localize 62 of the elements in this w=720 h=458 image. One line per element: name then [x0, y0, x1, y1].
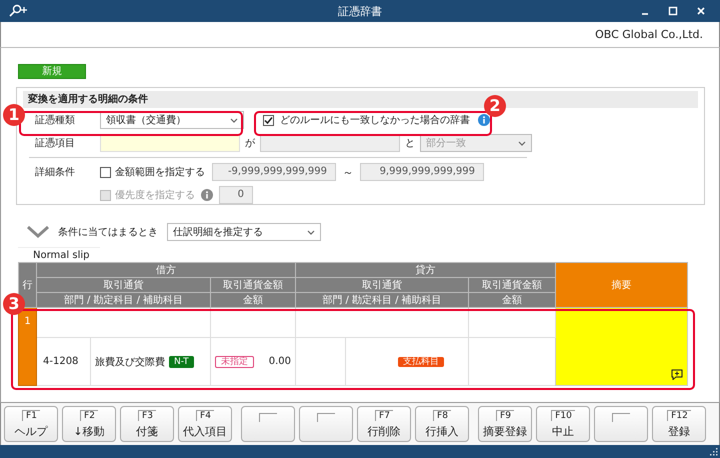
function-key-button[interactable]: F4 代入項目 [178, 406, 232, 442]
close-icon[interactable] [696, 6, 706, 16]
chevron-down-icon[interactable] [27, 226, 49, 238]
caret-icon [518, 140, 526, 146]
company-name: OBC Global Co.,Ltd. [595, 28, 703, 41]
caret-icon [307, 230, 315, 234]
column-header: 貸方 [296, 262, 556, 278]
field-label: 証憑種類 [34, 114, 76, 127]
amount-value: 0.00 [268, 356, 291, 366]
priority-field: 0 [219, 186, 253, 204]
column-header: 行 [18, 262, 36, 308]
account-name: 旅費及び交際費 [95, 356, 165, 368]
connector-label: が [244, 137, 256, 150]
connector-label: と [404, 137, 416, 150]
range-separator: ～ [342, 164, 354, 180]
amount-field: 9,999,999,999,999 [360, 163, 484, 181]
column-header: 取引通貨 [36, 278, 210, 292]
function-key-button[interactable]: F3 付箋 [120, 406, 174, 442]
new-badge: 新規 [18, 64, 86, 79]
caret-icon [230, 118, 238, 122]
resize-grip-icon[interactable] [710, 448, 718, 456]
checkbox[interactable] [100, 166, 111, 178]
field-label: 詳細条件 [34, 166, 76, 179]
maximize-icon[interactable] [668, 6, 678, 16]
column-header: 金額 [210, 292, 296, 308]
info-icon[interactable] [201, 189, 213, 201]
column-header: 取引通貨金額 [210, 278, 296, 292]
summary-cell[interactable] [556, 308, 688, 386]
column-header: 部門 / 勘定科目 / 補助科目 [36, 292, 210, 308]
function-key-button[interactable]: F12 登録 [652, 406, 706, 442]
column-header: 借方 [36, 262, 296, 278]
row-number: 1 [24, 316, 31, 327]
info-icon[interactable] [478, 114, 490, 126]
function-key-button[interactable]: F10 中止 [536, 406, 590, 442]
checkbox-label: 優先度を指定する [115, 188, 195, 202]
comment-add-icon[interactable] [671, 369, 683, 380]
amount-field: -9,999,999,999,999 [212, 163, 336, 181]
column-header: 取引通貨 [296, 278, 468, 292]
function-key-button[interactable]: F9 摘要登録 [478, 406, 532, 442]
tax-tag: N-T [169, 356, 194, 368]
function-key-button[interactable]: F8 行挿入 [415, 406, 469, 442]
tab[interactable]: Normal slip [18, 247, 100, 262]
function-key-button[interactable]: F2 ↓移動 [62, 406, 116, 442]
function-key-button[interactable]: F1 ヘルプ [4, 406, 58, 442]
callout-number: 1 [3, 104, 25, 126]
field-label: 証憑項目 [34, 136, 76, 150]
column-header: 金額 [468, 292, 556, 308]
field-label: 条件に当てはまるとき [58, 226, 159, 239]
column-header: 取引通貨金額 [468, 278, 556, 292]
table-cell: 4-1208 [36, 338, 90, 386]
column-header: 摘要 [556, 262, 688, 308]
window-title: 証憑辞書 [337, 4, 383, 18]
checkbox-label: 金額範囲を指定する [115, 166, 205, 179]
account-tag: 支払科目 [398, 356, 444, 366]
checkbox-label: どのルールにも一致しなかった場合の辞書 [280, 114, 470, 127]
column-header: 部門 / 勘定科目 / 補助科目 [296, 292, 468, 308]
search-add-icon[interactable] [8, 4, 28, 18]
callout-number: 3 [3, 293, 25, 315]
action-dropdown[interactable]: 仕訳明細を推定する [167, 223, 321, 241]
tax-tag: 未指定 [215, 356, 254, 368]
function-key-button[interactable]: F7 行削除 [357, 406, 411, 442]
checkbox[interactable] [263, 114, 274, 126]
